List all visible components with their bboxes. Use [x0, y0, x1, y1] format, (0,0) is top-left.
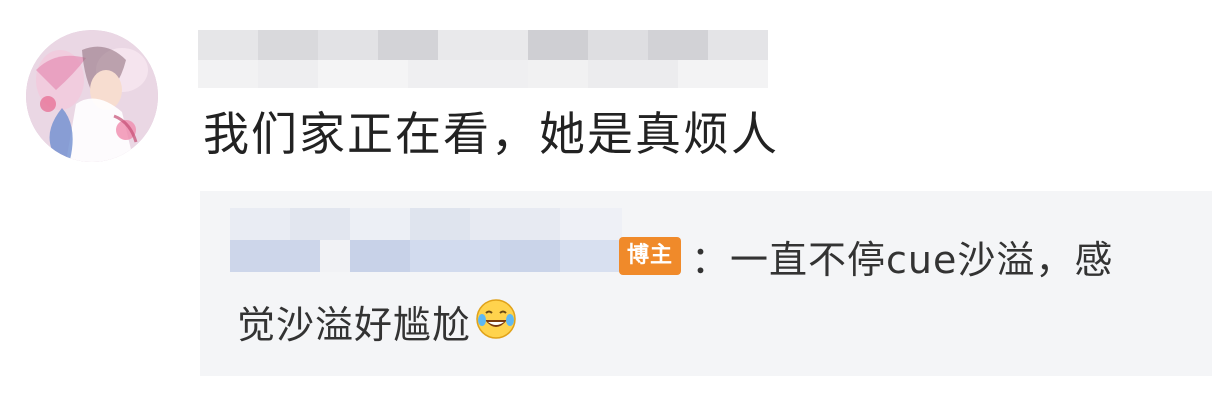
username-blurred[interactable] — [198, 30, 768, 88]
avatar[interactable] — [26, 30, 158, 162]
reply-text-2: 觉沙溢好尴尬 — [237, 302, 472, 347]
comment-card: 我们家正在看，她是真烦人 博主 ：一直不停cue沙溢，感 觉沙溢好尴尬 — [0, 0, 1212, 402]
blogger-badge: 博主 — [619, 237, 682, 275]
reply-line-1: 博主 ：一直不停cue沙溢，感 — [619, 228, 1113, 284]
reply-username-blurred[interactable] — [230, 208, 622, 272]
comment-text: 我们家正在看，她是真烦人 — [203, 107, 779, 161]
reply-line-2: 觉沙溢好尴尬 — [237, 293, 517, 349]
avatar-illustration — [26, 30, 158, 162]
laugh-cry-emoji-icon — [475, 298, 517, 344]
reply-text-1: ：一直不停cue沙溢，感 — [691, 237, 1114, 282]
